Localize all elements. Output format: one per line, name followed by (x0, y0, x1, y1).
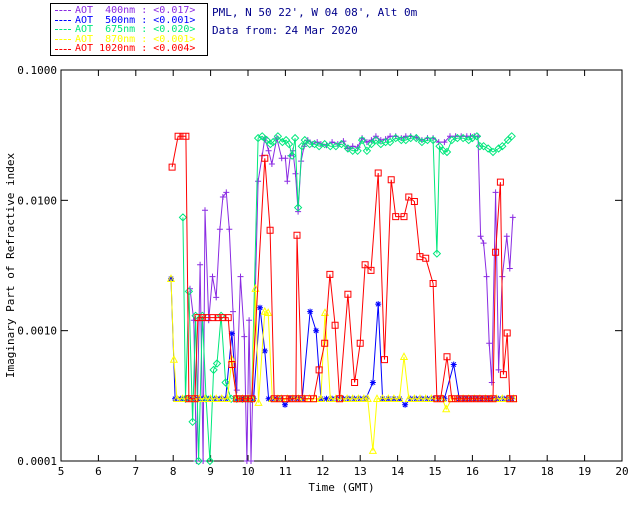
x-tick-label: 7 (132, 465, 139, 478)
x-tick-label: 20 (615, 465, 628, 478)
x-tick-label: 5 (58, 465, 65, 478)
legend-line-sample-675nm-icon (55, 29, 71, 31)
x-tick-label: 11 (279, 465, 292, 478)
x-tick-label: 8 (170, 465, 177, 478)
x-tick-label: 15 (428, 465, 441, 478)
x-tick-label: 14 (391, 465, 405, 478)
x-axis: 5 6 7 8 9 10 11 12 13 14 15 16 17 18 19 20 Time (GMT) (58, 70, 629, 494)
x-tick-label: 18 (541, 465, 554, 478)
y-tick-label: 0.0010 (17, 325, 57, 338)
x-axis-title: Time (GMT) (308, 481, 374, 494)
x-tick-label: 6 (95, 465, 102, 478)
legend-line-sample-1020nm-icon (55, 48, 71, 50)
legend-box: AOT 400nm : <0.017> AOT 500nm : <0.001> … (50, 3, 208, 56)
x-tick-label: 13 (354, 465, 367, 478)
x-tick-label: 9 (207, 465, 214, 478)
x-tick-label: 10 (241, 465, 254, 478)
x-tick-label: 17 (503, 465, 516, 478)
station-location-text: PML, N 50 22', W 04 08', Alt 0m (212, 6, 418, 19)
series-aot-500nm (168, 275, 515, 408)
y-tick-label: 0.1000 (17, 64, 57, 77)
y-axis: 0.0001 0.0010 0.0100 0.1000 Imaginary Part o… (4, 64, 622, 468)
y-axis-title: Imaginary Part of Refractive index (4, 153, 17, 379)
legend-separator: : (135, 43, 154, 55)
legend-item-aot-1020nm: AOT 1020nm : <0.004> (55, 44, 207, 54)
series-aot-400nm (187, 133, 516, 464)
legend-line-sample-500nm-icon (55, 19, 71, 21)
y-tick-label: 0.0001 (17, 455, 57, 468)
legend-line-sample-400nm-icon (55, 10, 71, 12)
plot-frame (60, 69, 623, 462)
x-tick-label: 12 (316, 465, 329, 478)
x-tick-label: 19 (578, 465, 591, 478)
series-aot-1020nm (168, 132, 517, 403)
data-date-text: Data from: 24 Mar 2020 (212, 24, 358, 37)
chart-canvas: 5 6 7 8 9 10 11 12 13 14 15 16 17 18 19 20 Time (GMT) 0.0… (4, 64, 629, 494)
legend-value: <0.004> (153, 43, 196, 55)
x-tick-label: 16 (466, 465, 479, 478)
y-tick-label: 0.0100 (17, 194, 57, 207)
legend-label: AOT 1020nm (75, 43, 136, 55)
legend-line-sample-870nm-icon (55, 39, 71, 41)
chart-window: 5 6 7 8 9 10 11 12 13 14 15 16 17 18 19 20 Time (GMT) 0.0… (0, 0, 640, 512)
